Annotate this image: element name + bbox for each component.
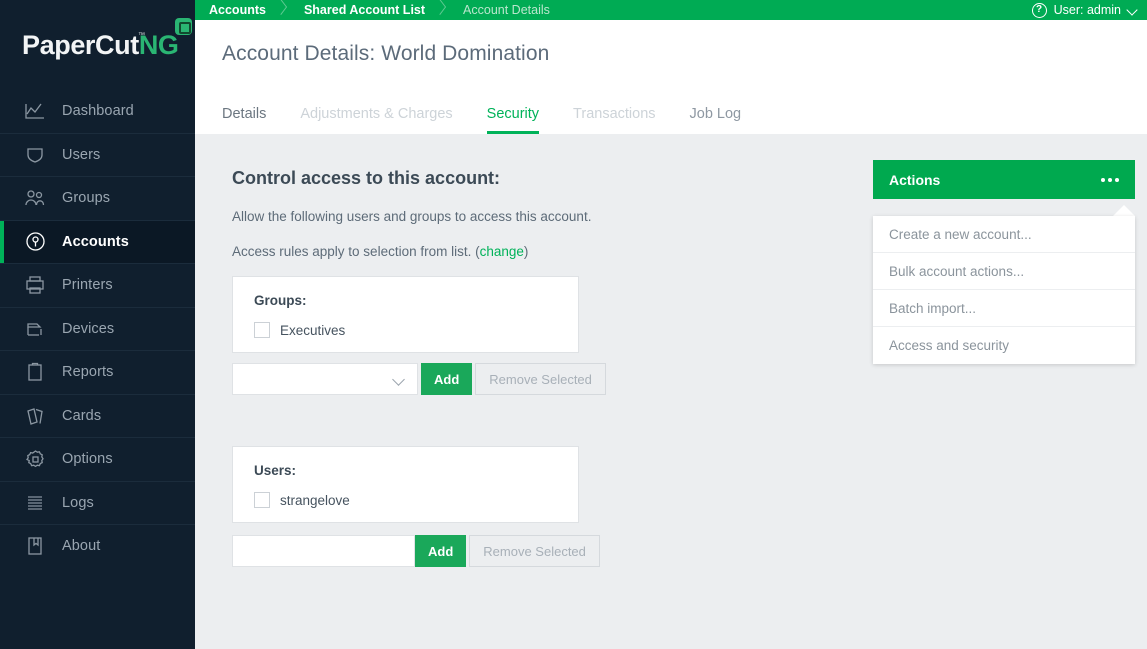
sidebar-item-reports[interactable]: Reports xyxy=(0,351,195,395)
access-rule-prefix: Access rules apply to selection from lis… xyxy=(232,244,480,259)
groups-panel: Groups: Executives xyxy=(232,276,579,353)
tab-security[interactable]: Security xyxy=(486,106,540,134)
printer-icon xyxy=(22,273,48,297)
top-bar: Accounts Shared Account List Account Det… xyxy=(195,0,1147,20)
menu-item-create-a-new-account[interactable]: Create a new account... xyxy=(873,216,1135,253)
actions-button-label: Actions xyxy=(889,171,941,188)
change-link[interactable]: change xyxy=(480,244,524,259)
chart-line-icon xyxy=(22,99,48,123)
access-rule-suffix: ) xyxy=(523,244,529,259)
ellipsis-icon xyxy=(1101,177,1119,182)
breadcrumb-item-accounts[interactable]: Accounts xyxy=(195,3,266,17)
breadcrumb-item-shared-account-list[interactable]: Shared Account List xyxy=(290,3,425,17)
menu-item-bulk-account-actions[interactable]: Bulk account actions... xyxy=(873,253,1135,290)
breadcrumb-separator-icon xyxy=(276,0,290,20)
breadcrumb-separator-icon xyxy=(435,0,449,20)
groups-select[interactable] xyxy=(232,363,418,395)
account-key-icon xyxy=(22,230,48,254)
groups-item-label: Executives xyxy=(280,322,346,338)
sidebar-item-logs[interactable]: Logs xyxy=(0,482,195,525)
device-copier-icon xyxy=(22,317,48,341)
menu-item-access-and-security[interactable]: Access and security xyxy=(873,327,1135,364)
user-shield-icon xyxy=(22,143,48,167)
sidebar-label-users: Users xyxy=(62,146,101,163)
main-content: Control access to this account: Allow th… xyxy=(195,134,1147,649)
users-remove-selected-button: Remove Selected xyxy=(469,535,600,567)
groups-list-item: Executives xyxy=(254,322,345,338)
chevron-down-icon[interactable] xyxy=(1128,6,1137,15)
section-title: Control access to this account: xyxy=(232,168,501,188)
groups-item-checkbox[interactable] xyxy=(254,322,270,338)
clipboard-icon xyxy=(22,360,48,384)
sidebar-label-reports: Reports xyxy=(62,364,114,381)
help-circle-icon[interactable]: ? xyxy=(1031,2,1047,18)
people-group-icon xyxy=(22,186,48,210)
gear-icon xyxy=(22,447,48,471)
breadcrumb: Accounts Shared Account List Account Det… xyxy=(195,0,550,20)
access-rule-text: Access rules apply to selection from lis… xyxy=(232,244,528,259)
users-panel-label: Users: xyxy=(254,463,297,478)
sidebar-item-about[interactable]: About xyxy=(0,525,195,569)
groups-remove-selected-button: Remove Selected xyxy=(475,363,606,395)
sidebar: PaperCutNG ™ Dashboard Users Groups Acco… xyxy=(0,0,195,649)
trademark-symbol: ™ xyxy=(138,31,145,39)
sidebar-label-cards: Cards xyxy=(62,407,102,424)
papercut-admin-window: PaperCutNG ™ Dashboard Users Groups Acco… xyxy=(0,0,1147,649)
user-menu-label[interactable]: User: admin xyxy=(1054,3,1121,17)
tab-details[interactable]: Details xyxy=(222,106,266,134)
tab-adjustments-and-charges[interactable]: Adjustments & Charges xyxy=(300,106,452,134)
sidebar-label-printers: Printers xyxy=(62,277,113,294)
sidebar-item-dashboard[interactable]: Dashboard xyxy=(0,90,195,134)
tab-bar: Details Adjustments & Charges Security T… xyxy=(222,92,775,134)
groups-panel-label: Groups: xyxy=(254,293,307,308)
actions-button[interactable]: Actions xyxy=(873,160,1135,199)
sidebar-label-dashboard: Dashboard xyxy=(62,103,134,120)
users-input[interactable] xyxy=(232,535,415,567)
page-title: Account Details: World Domination xyxy=(222,42,550,65)
papercut-logo-badge-icon xyxy=(174,17,192,35)
sidebar-item-users[interactable]: Users xyxy=(0,134,195,177)
sidebar-item-devices[interactable]: Devices xyxy=(0,308,195,351)
book-bookmark-icon xyxy=(22,534,48,558)
sidebar-empty-area xyxy=(0,568,195,649)
top-bar-right: ? User: admin xyxy=(1031,2,1147,18)
sidebar-label-accounts: Accounts xyxy=(62,233,129,250)
groups-controls: Add Remove Selected xyxy=(232,363,606,395)
sidebar-label-about: About xyxy=(62,538,101,555)
sidebar-label-options: Options xyxy=(62,451,113,468)
sidebar-item-cards[interactable]: Cards xyxy=(0,395,195,438)
groups-add-button[interactable]: Add xyxy=(421,363,473,395)
cards-icon xyxy=(22,404,48,428)
sidebar-item-printers[interactable]: Printers xyxy=(0,264,195,308)
section-description: Allow the following users and groups to … xyxy=(232,209,592,224)
tab-job-log[interactable]: Job Log xyxy=(690,106,742,134)
actions-menu-caret-icon xyxy=(1113,205,1135,216)
breadcrumb-item-account-details: Account Details xyxy=(463,3,550,17)
sidebar-item-options[interactable]: Options xyxy=(0,438,195,482)
sidebar-item-groups[interactable]: Groups xyxy=(0,177,195,221)
list-lines-icon xyxy=(22,491,48,515)
users-controls: Add Remove Selected xyxy=(232,535,600,567)
sidebar-item-accounts[interactable]: Accounts xyxy=(0,220,195,264)
actions-menu: Create a new account... Bulk account act… xyxy=(873,216,1135,364)
page-header: Account Details: World Domination Detail… xyxy=(195,20,1147,134)
tab-transactions[interactable]: Transactions xyxy=(573,106,655,134)
users-panel: Users: strangelove xyxy=(232,446,579,523)
sidebar-label-logs: Logs xyxy=(62,494,94,511)
chevron-down-icon xyxy=(394,375,403,384)
sidebar-nav: Dashboard Users Groups Accounts Printers… xyxy=(0,90,195,569)
brand-logo[interactable]: PaperCutNG ™ xyxy=(0,0,195,90)
sidebar-label-groups: Groups xyxy=(62,190,111,207)
users-list-item: strangelove xyxy=(254,492,350,508)
sidebar-label-devices: Devices xyxy=(62,320,115,337)
users-add-button[interactable]: Add xyxy=(415,535,467,567)
users-item-label: strangelove xyxy=(280,492,350,508)
users-item-checkbox[interactable] xyxy=(254,492,270,508)
brand-name-primary: PaperCut xyxy=(22,29,139,60)
menu-item-batch-import[interactable]: Batch import... xyxy=(873,290,1135,327)
